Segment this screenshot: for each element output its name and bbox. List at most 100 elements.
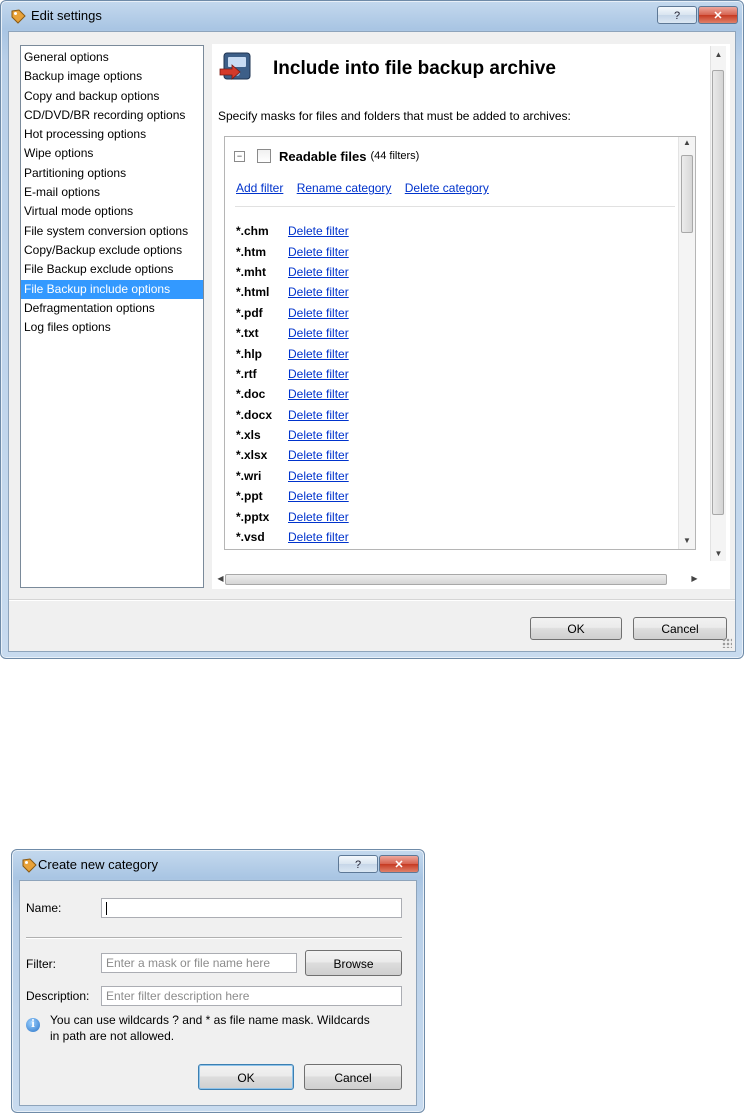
settings-list-item[interactable]: Partitioning options [21, 164, 203, 183]
filter-row: *.vsd Delete filter [236, 527, 349, 547]
create-category-window: Create new category ? ✕ Name: Filter: En… [11, 849, 425, 1113]
filter-mask: *.txt [236, 326, 259, 341]
filter-input[interactable]: Enter a mask or file name here [101, 953, 297, 973]
settings-content-panel: Include into file backup archive Specify… [212, 44, 730, 589]
delete-filter-link[interactable]: Delete filter [288, 489, 349, 503]
scroll-right-arrow-icon[interactable]: ▶ [687, 574, 702, 583]
settings-list-item[interactable]: Virtual mode options [21, 202, 203, 221]
ok-button[interactable]: OK [530, 617, 622, 640]
browse-button[interactable]: Browse [305, 950, 402, 976]
filter-mask: *.chm [236, 224, 269, 239]
delete-filter-link[interactable]: Delete filter [288, 428, 349, 442]
scroll-down-arrow-icon[interactable]: ▼ [679, 536, 695, 545]
resize-grip-icon[interactable] [722, 638, 732, 648]
edit-settings-title: Edit settings [31, 8, 102, 23]
filter-row: *.ppt Delete filter [236, 486, 349, 506]
filter-row: *.xlsx Delete filter [236, 445, 349, 465]
category-actions: Add filter Rename category Delete catego… [236, 181, 499, 195]
filter-row: *.htm Delete filter [236, 241, 349, 261]
settings-list-item[interactable]: Copy/Backup exclude options [21, 241, 203, 260]
collapse-toggle[interactable]: − [234, 150, 245, 162]
settings-list-item[interactable]: General options [21, 48, 203, 67]
description-input[interactable]: Enter filter description here [101, 986, 402, 1006]
close-button[interactable]: ✕ [379, 855, 419, 873]
filter-row: *.html Delete filter [236, 282, 349, 302]
filter-scroll-thumb[interactable] [681, 155, 693, 233]
close-icon: ✕ [713, 10, 723, 22]
filter-mask: *.xlsx [236, 448, 268, 463]
name-input[interactable] [101, 898, 402, 918]
filter-mask: *.vsd [236, 530, 265, 545]
panel-scroll-thumb[interactable] [712, 70, 724, 515]
filter-mask: *.pdf [236, 305, 263, 320]
filter-mask: *.mht [236, 264, 266, 279]
settings-list-item[interactable]: Wipe options [21, 144, 203, 163]
filter-mask: *.hlp [236, 346, 262, 361]
close-button[interactable]: ✕ [698, 6, 738, 24]
delete-filter-link[interactable]: Delete filter [288, 510, 349, 524]
scroll-up-arrow-icon[interactable]: ▲ [679, 138, 695, 147]
delete-filter-link[interactable]: Delete filter [288, 245, 349, 259]
delete-filter-link[interactable]: Delete filter [288, 387, 349, 401]
cancel-button[interactable]: Cancel [633, 617, 727, 640]
help-button[interactable]: ? [338, 855, 378, 873]
add-filter-link[interactable]: Add filter [236, 181, 283, 195]
filter-list: *.chm Delete filter *.htm Delete filter *.mh… [236, 221, 349, 547]
settings-list-item[interactable]: CD/DVD/BR recording options [21, 106, 203, 125]
rename-category-link[interactable]: Rename category [297, 181, 392, 195]
page-title: Include into file backup archive [273, 58, 556, 79]
delete-filter-link[interactable]: Delete filter [288, 306, 349, 320]
panel-vertical-scrollbar[interactable]: ▲ ▼ [710, 46, 726, 561]
settings-list-item[interactable]: Defragmentation options [21, 299, 203, 318]
horizontal-scroll-thumb[interactable] [225, 574, 667, 585]
help-icon: ? [673, 10, 681, 22]
filter-mask: *.xls [236, 428, 261, 443]
delete-filter-link[interactable]: Delete filter [288, 265, 349, 279]
settings-list-item[interactable]: Copy and backup options [21, 87, 203, 106]
edit-settings-window: Edit settings ? ✕ General options Backup … [0, 0, 744, 659]
filter-row: *.xls Delete filter [236, 425, 349, 445]
panel-horizontal-scrollbar[interactable]: ◀ ▶ [213, 572, 703, 587]
settings-list-item[interactable]: Log files options [21, 318, 203, 337]
filter-label: Filter: [26, 957, 56, 971]
divider [235, 206, 675, 207]
delete-filter-link[interactable]: Delete filter [288, 448, 349, 462]
create-category-titlebar[interactable]: Create new category ? ✕ [12, 850, 424, 880]
help-button[interactable]: ? [657, 6, 697, 24]
ok-button[interactable]: OK [198, 1064, 294, 1090]
delete-filter-link[interactable]: Delete filter [288, 224, 349, 238]
cancel-button[interactable]: Cancel [304, 1064, 402, 1090]
delete-filter-link[interactable]: Delete filter [288, 326, 349, 340]
filter-mask: *.doc [236, 387, 266, 402]
delete-filter-link[interactable]: Delete filter [288, 347, 349, 361]
filter-row: *.mht Delete filter [236, 262, 349, 282]
settings-list-item[interactable]: E-mail options [21, 183, 203, 202]
name-label: Name: [26, 901, 62, 915]
backup-archive-icon [219, 52, 251, 80]
filter-mask: *.pptx [236, 509, 270, 524]
filter-vertical-scrollbar[interactable]: ▲ ▼ [678, 137, 695, 549]
delete-filter-link[interactable]: Delete filter [288, 530, 349, 544]
filter-row: *.wri Delete filter [236, 466, 349, 486]
edit-settings-titlebar[interactable]: Edit settings ? ✕ [1, 1, 743, 31]
settings-list-item[interactable]: Backup image options [21, 67, 203, 86]
delete-filter-link[interactable]: Delete filter [288, 469, 349, 483]
settings-category-list[interactable]: General options Backup image options Copy … [20, 45, 204, 588]
create-category-title: Create new category [38, 857, 158, 872]
filter-mask: *.rtf [236, 366, 257, 381]
delete-category-link[interactable]: Delete category [405, 181, 489, 195]
divider [26, 937, 402, 939]
delete-filter-link[interactable]: Delete filter [288, 367, 349, 381]
settings-list-item[interactable]: File Backup include options [21, 279, 203, 299]
settings-list-item[interactable]: File Backup exclude options [21, 260, 203, 279]
settings-list-item[interactable]: Hot processing options [21, 125, 203, 144]
filter-mask: *.wri [236, 468, 262, 483]
scroll-up-arrow-icon[interactable]: ▲ [711, 50, 726, 59]
edit-settings-client: General options Backup image options Copy … [8, 31, 736, 652]
delete-filter-link[interactable]: Delete filter [288, 408, 349, 422]
delete-filter-link[interactable]: Delete filter [288, 285, 349, 299]
settings-list-item[interactable]: File system conversion options [21, 222, 203, 241]
category-name: Readable files [279, 148, 367, 164]
scroll-down-arrow-icon[interactable]: ▼ [711, 549, 726, 558]
category-checkbox[interactable] [257, 149, 271, 163]
